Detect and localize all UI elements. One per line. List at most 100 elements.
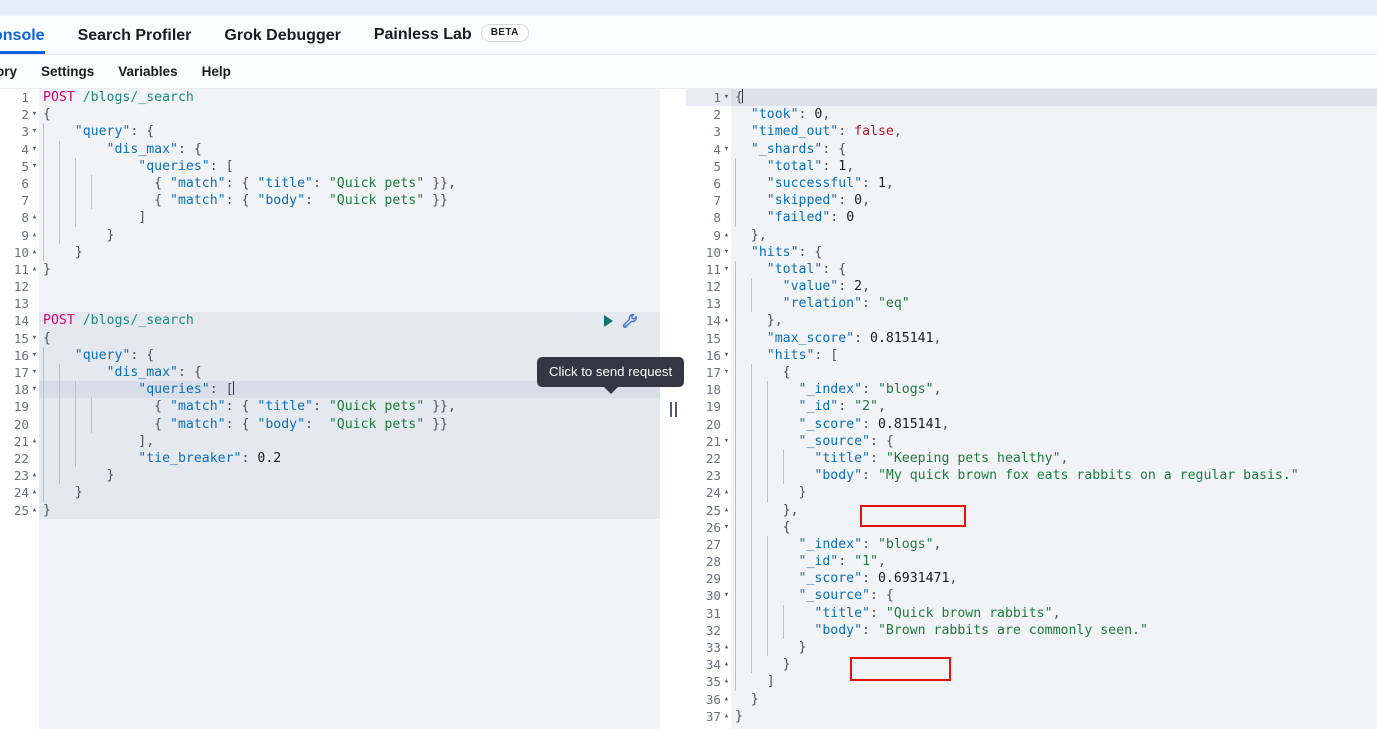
code-line-content-empty[interactable] bbox=[39, 518, 660, 536]
code-line[interactable]: 21 ▴ ], bbox=[0, 432, 660, 450]
code-line-content[interactable]: "total": 1, bbox=[731, 157, 1377, 175]
code-line-content[interactable]: }, bbox=[731, 312, 1377, 330]
code-line-content[interactable]: { bbox=[39, 106, 660, 124]
code-line-content[interactable]: } bbox=[39, 484, 660, 502]
code-line-content[interactable]: { "match": { "body": "Quick pets" }} bbox=[39, 415, 660, 433]
code-line-content[interactable]: "value": 2, bbox=[731, 278, 1377, 296]
code-line-empty[interactable] bbox=[0, 707, 660, 725]
code-line[interactable]: 11 ▾ "total": { bbox=[686, 260, 1377, 279]
code-line[interactable]: 23 ▴ } bbox=[0, 467, 660, 485]
code-line[interactable]: 5 "total": 1, bbox=[686, 157, 1377, 175]
code-line-content[interactable]: { bbox=[731, 89, 1377, 107]
fold-open-icon[interactable]: ▾ bbox=[722, 347, 731, 364]
code-line-content[interactable]: "_index": "blogs", bbox=[731, 381, 1377, 399]
tab-console[interactable]: onsole bbox=[0, 28, 45, 54]
code-line-content[interactable]: } bbox=[39, 243, 660, 261]
tab-grok-debugger[interactable]: Grok Debugger bbox=[224, 28, 340, 54]
code-line-content[interactable]: "queries": [ bbox=[39, 157, 660, 175]
fold-open-icon[interactable]: ▾ bbox=[722, 244, 731, 261]
fold-open-icon[interactable]: ▾ bbox=[722, 433, 731, 450]
code-line-content[interactable]: ] bbox=[39, 209, 660, 227]
code-line-content[interactable]: "hits": [ bbox=[731, 346, 1377, 364]
code-line[interactable]: 27 "_index": "blogs", bbox=[686, 535, 1377, 554]
code-line[interactable]: 1 ▾{ bbox=[686, 89, 1377, 107]
code-line[interactable]: 14 POST /blogs/_search bbox=[0, 312, 660, 330]
fold-closed-icon[interactable]: ▴ bbox=[30, 261, 39, 278]
code-line[interactable]: 10 ▴ } bbox=[0, 243, 660, 261]
code-line-content[interactable]: }, bbox=[731, 226, 1377, 244]
code-line-content[interactable]: "_source": { bbox=[731, 587, 1377, 605]
code-line-content[interactable]: "tie_breaker": 0.2 bbox=[39, 449, 660, 468]
code-line[interactable]: 37 ▴} bbox=[686, 707, 1377, 725]
code-line-content-empty[interactable] bbox=[39, 673, 660, 691]
code-line[interactable]: 24 ▴ } bbox=[686, 484, 1377, 502]
code-line[interactable]: 21 ▾ "_source": { bbox=[686, 432, 1377, 450]
fold-closed-icon[interactable]: ▴ bbox=[722, 312, 731, 329]
fold-open-icon[interactable]: ▾ bbox=[30, 141, 39, 158]
fold-open-icon[interactable]: ▾ bbox=[722, 261, 731, 278]
code-line-content[interactable]: { bbox=[731, 364, 1377, 382]
code-line-empty[interactable] bbox=[0, 570, 660, 588]
code-line[interactable]: 10 ▾ "hits": { bbox=[686, 243, 1377, 261]
code-line-empty[interactable] bbox=[0, 690, 660, 708]
code-line[interactable]: 24 ▴ } bbox=[0, 484, 660, 502]
code-line-content[interactable]: "_score": 0.815141, bbox=[731, 415, 1377, 433]
code-line-content[interactable]: "hits": { bbox=[731, 243, 1377, 261]
fold-open-icon[interactable]: ▾ bbox=[722, 89, 731, 106]
fold-open-icon[interactable]: ▾ bbox=[30, 123, 39, 140]
code-line-content-empty[interactable] bbox=[39, 570, 660, 588]
code-line-content-empty[interactable] bbox=[39, 553, 660, 571]
code-line-empty[interactable] bbox=[0, 535, 660, 554]
code-line-content[interactable]: "body": "Brown rabbits are commonly seen… bbox=[731, 621, 1377, 639]
code-line-empty[interactable] bbox=[686, 724, 1377, 729]
code-line-content-empty[interactable] bbox=[39, 724, 660, 729]
code-line[interactable]: 31 "title": "Quick brown rabbits", bbox=[686, 604, 1377, 622]
code-line-content[interactable]: ] bbox=[731, 673, 1377, 691]
code-line-content[interactable]: } bbox=[39, 501, 660, 519]
code-line[interactable]: 25 ▴ }, bbox=[686, 501, 1377, 519]
code-line-content[interactable]: { "match": { "title": "Quick pets" }}, bbox=[39, 174, 660, 193]
code-line[interactable]: 20 { "match": { "body": "Quick pets" }} bbox=[0, 415, 660, 433]
code-line[interactable]: 14 ▴ }, bbox=[686, 312, 1377, 330]
wrench-icon[interactable] bbox=[622, 313, 638, 329]
code-line[interactable]: 4 ▾ "_shards": { bbox=[686, 140, 1377, 158]
code-line[interactable]: 22 "title": "Keeping pets healthy", bbox=[686, 449, 1377, 468]
code-line[interactable]: 25 ▴} bbox=[0, 501, 660, 519]
code-line[interactable]: 20 "_score": 0.815141, bbox=[686, 415, 1377, 433]
fold-closed-icon[interactable]: ▴ bbox=[722, 639, 731, 656]
fold-open-icon[interactable]: ▾ bbox=[30, 330, 39, 347]
code-line[interactable]: 2 ▾ { bbox=[0, 106, 660, 124]
tab-search-profiler[interactable]: Search Profiler bbox=[78, 28, 192, 54]
fold-closed-icon[interactable]: ▴ bbox=[722, 227, 731, 244]
code-line[interactable]: 12 "value": 2, bbox=[686, 278, 1377, 296]
code-line[interactable]: 9 ▴ } bbox=[0, 226, 660, 244]
code-line-content-empty[interactable] bbox=[39, 707, 660, 725]
code-line-content[interactable]: } bbox=[731, 484, 1377, 502]
menu-variables[interactable]: Variables bbox=[118, 64, 177, 79]
code-line-content-empty[interactable] bbox=[39, 621, 660, 639]
code-line-empty[interactable] bbox=[0, 553, 660, 571]
code-line-content[interactable]: }, bbox=[731, 501, 1377, 519]
code-line-content[interactable]: { bbox=[39, 329, 660, 347]
code-line[interactable]: 6 "successful": 1, bbox=[686, 174, 1377, 193]
code-line[interactable]: 11 ▴} bbox=[0, 260, 660, 279]
fold-closed-icon[interactable]: ▴ bbox=[30, 244, 39, 261]
fold-closed-icon[interactable]: ▴ bbox=[30, 502, 39, 519]
code-line-content[interactable]: "_source": { bbox=[731, 432, 1377, 450]
menu-help[interactable]: Help bbox=[202, 64, 231, 79]
code-line[interactable]: 8 "failed": 0 bbox=[686, 209, 1377, 227]
code-line[interactable]: 30 ▾ "_source": { bbox=[686, 587, 1377, 605]
fold-open-icon[interactable]: ▾ bbox=[30, 158, 39, 175]
fold-closed-icon[interactable]: ▴ bbox=[30, 484, 39, 501]
code-line-empty[interactable] bbox=[0, 724, 660, 729]
code-line-content-empty[interactable] bbox=[39, 639, 660, 657]
code-line[interactable]: 7 "skipped": 0, bbox=[686, 192, 1377, 210]
fold-closed-icon[interactable]: ▴ bbox=[722, 656, 731, 673]
code-line[interactable]: 26 ▾ { bbox=[686, 518, 1377, 536]
code-line-content-empty[interactable] bbox=[39, 690, 660, 708]
code-line-empty[interactable] bbox=[0, 587, 660, 605]
code-line[interactable]: 22 "tie_breaker": 0.2 bbox=[0, 449, 660, 468]
code-line-content[interactable]: "_shards": { bbox=[731, 140, 1377, 158]
code-line[interactable]: 13 "relation": "eq" bbox=[686, 295, 1377, 313]
tab-painless-lab[interactable]: Painless Lab BETA bbox=[374, 24, 529, 54]
